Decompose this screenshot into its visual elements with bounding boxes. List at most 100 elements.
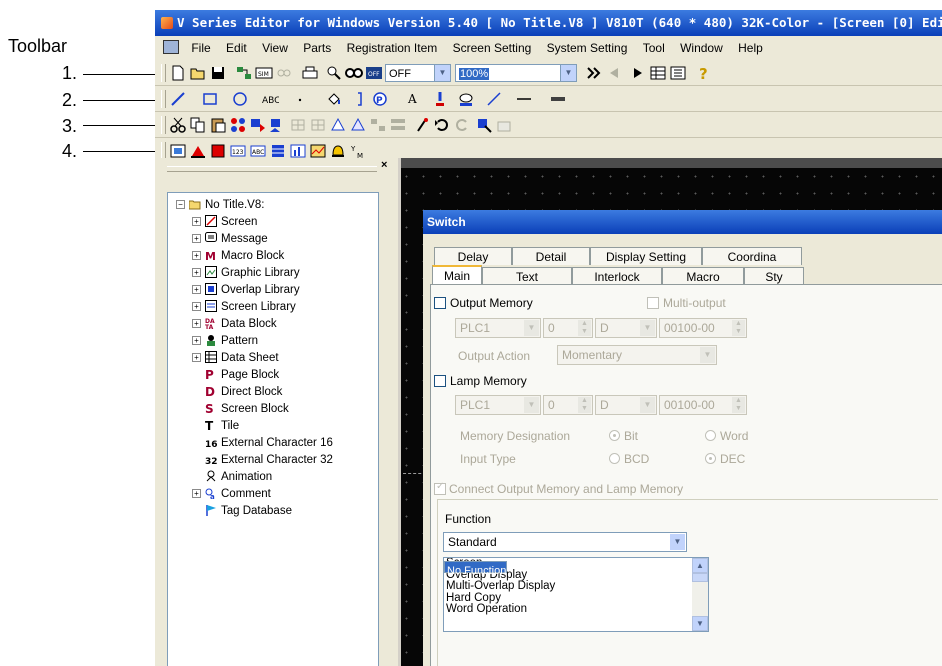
expand-icon[interactable]: + <box>192 336 201 345</box>
dot-tool-icon[interactable] <box>291 90 309 108</box>
menu-registration-item[interactable]: Registration Item <box>341 37 444 59</box>
simulator-icon[interactable]: SIM <box>255 64 273 82</box>
scroll-down-icon[interactable]: ▼ <box>692 616 708 631</box>
save-icon[interactable] <box>209 64 227 82</box>
pattern-tool-icon[interactable]: P <box>371 90 389 108</box>
output-address-field[interactable]: 00100-00 ▲ ▼ <box>659 318 747 338</box>
expand-icon[interactable]: + <box>192 217 201 226</box>
window-titlebar[interactable]: V Series Editor for Windows Version 5.40… <box>155 10 942 36</box>
tree-item-animation[interactable]: Animation <box>205 469 272 486</box>
new-file-icon[interactable] <box>169 64 187 82</box>
tree-item-pattern[interactable]: + Pattern <box>192 333 258 350</box>
redo-icon[interactable] <box>453 116 471 134</box>
lamp-plc-select[interactable]: PLC1 ▼ <box>455 395 541 415</box>
tree-item-tile[interactable]: T Tile <box>205 418 239 435</box>
tree-root[interactable]: − No Title.V8: <box>176 197 264 214</box>
output-plc-select[interactable]: PLC1 ▼ <box>455 318 541 338</box>
align-left-icon[interactable] <box>289 116 307 134</box>
menu-screen-setting[interactable]: Screen Setting <box>447 37 538 59</box>
line-width-icon[interactable] <box>549 90 567 108</box>
pick-attribute-icon[interactable] <box>413 116 431 134</box>
fill-color-icon[interactable] <box>457 90 475 108</box>
function-category-select[interactable]: Standard ▼ <box>443 532 687 552</box>
zoom-select[interactable]: 100% ▼ <box>455 64 577 82</box>
bcd-radio[interactable] <box>609 453 620 464</box>
font-color-icon[interactable]: A <box>405 90 423 108</box>
open-folder-icon[interactable] <box>189 64 207 82</box>
tree-item-direct-block[interactable]: D Direct Block <box>205 384 282 401</box>
copy-icon[interactable] <box>189 116 207 134</box>
tab-style[interactable]: Sty <box>744 267 804 285</box>
zoom-icon[interactable] <box>325 64 343 82</box>
expand-icon[interactable]: + <box>192 489 201 498</box>
forward-arrow-icon[interactable] <box>629 64 647 82</box>
lamp-station-field[interactable]: 0 ▲ ▼ <box>543 395 593 415</box>
line-style-icon[interactable] <box>515 90 533 108</box>
tab-text[interactable]: Text <box>482 267 572 285</box>
multi-output-checkbox[interactable] <box>647 297 659 309</box>
expand-icon[interactable]: + <box>192 268 201 277</box>
function-list[interactable]: No Function Screen Overlap Display Multi… <box>443 557 709 632</box>
back-arrow-icon[interactable] <box>605 64 623 82</box>
tree-item-data-block[interactable]: + DA TA Data Block <box>192 316 277 333</box>
tree-item-graphic-library[interactable]: + Graphic Library <box>192 265 300 282</box>
line-color-icon[interactable] <box>485 90 503 108</box>
arrange-icon[interactable] <box>369 116 387 134</box>
tab-display-setting[interactable]: Display Setting <box>590 247 702 265</box>
output-device-select[interactable]: D ▼ <box>595 318 657 338</box>
print-icon[interactable] <box>301 64 319 82</box>
transfer-icon[interactable] <box>235 64 253 82</box>
tab-detail[interactable]: Detail <box>512 247 590 265</box>
align-right-icon[interactable] <box>309 116 327 134</box>
tree-item-external-character-32[interactable]: 32 External Character 32 <box>205 452 333 469</box>
toolbar-2-grip[interactable] <box>161 90 166 108</box>
menu-edit[interactable]: Edit <box>220 37 253 59</box>
tree-item-screen-library[interactable]: + Screen Library <box>192 299 296 316</box>
screen-list-icon[interactable] <box>649 64 667 82</box>
tab-interlock[interactable]: Interlock <box>572 267 662 285</box>
state-select[interactable]: OFF ▼ <box>385 64 451 82</box>
mdi-system-menu-icon[interactable] <box>163 40 179 54</box>
select-tool-icon[interactable] <box>475 116 493 134</box>
jump-icon[interactable] <box>585 64 603 82</box>
cross-reference-icon[interactable] <box>345 64 363 82</box>
scroll-thumb[interactable] <box>692 573 708 582</box>
ungroup-icon[interactable] <box>349 116 367 134</box>
expand-icon[interactable]: + <box>192 302 201 311</box>
function-list-scrollbar[interactable]: ▲ ▼ <box>692 558 708 631</box>
tab-main[interactable]: Main <box>432 265 482 285</box>
bring-front-icon[interactable] <box>249 116 267 134</box>
lamp-device-select[interactable]: D ▼ <box>595 395 657 415</box>
output-station-field[interactable]: 0 ▲ ▼ <box>543 318 593 338</box>
expand-icon[interactable]: + <box>192 353 201 362</box>
send-back-icon[interactable] <box>269 116 287 134</box>
line-tool-icon[interactable] <box>169 90 187 108</box>
tree-item-external-character-16[interactable]: 16 External Character 16 <box>205 435 333 452</box>
tree-item-macro-block[interactable]: + M Macro Block <box>192 248 284 265</box>
tree-item-tag-database[interactable]: Tag Database <box>205 503 292 520</box>
expand-icon[interactable]: + <box>192 319 201 328</box>
tree-item-message[interactable]: + Message <box>192 231 268 248</box>
text-tool-icon[interactable]: ABC <box>261 90 279 108</box>
expand-icon[interactable]: + <box>192 251 201 260</box>
bit-radio[interactable] <box>609 430 620 441</box>
output-memory-checkbox[interactable] <box>434 297 446 309</box>
menu-help[interactable]: Help <box>732 37 769 59</box>
tree-item-page-block[interactable]: P Page Block <box>205 367 279 384</box>
pen-color-icon[interactable] <box>431 90 449 108</box>
item-list-icon[interactable] <box>669 64 687 82</box>
paste-icon[interactable] <box>209 116 227 134</box>
toolbar-3-grip[interactable] <box>161 116 166 134</box>
tree-item-data-sheet[interactable]: + Data Sheet <box>192 350 279 367</box>
tab-delay[interactable]: Delay <box>434 247 512 265</box>
panel-grip[interactable] <box>167 166 377 172</box>
tab-macro[interactable]: Macro <box>662 267 744 285</box>
list-item[interactable]: Multi-Overlap Display <box>444 580 708 593</box>
distribute-icon[interactable] <box>389 116 407 134</box>
group-icon[interactable] <box>329 116 347 134</box>
output-action-select[interactable]: Momentary ▼ <box>557 345 717 365</box>
lamp-address-field[interactable]: 00100-00 ▲ ▼ <box>659 395 747 415</box>
tree-item-overlap-library[interactable]: + Overlap Library <box>192 282 300 299</box>
panel-splitter[interactable] <box>398 158 401 666</box>
help-icon[interactable]: ? <box>695 64 713 82</box>
